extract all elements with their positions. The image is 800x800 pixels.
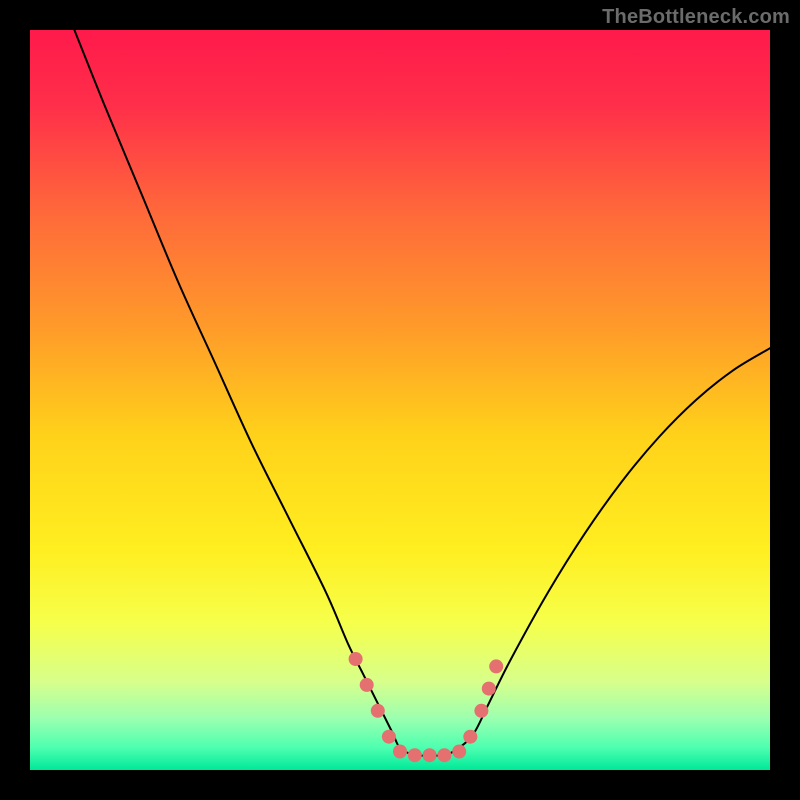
bottleneck-marker	[349, 652, 363, 666]
bottleneck-marker	[463, 730, 477, 744]
marker-layer	[349, 652, 504, 762]
chart-frame: TheBottleneck.com	[0, 0, 800, 800]
bottleneck-marker	[452, 745, 466, 759]
bottleneck-marker	[474, 704, 488, 718]
bottleneck-marker	[408, 748, 422, 762]
bottleneck-curve	[74, 30, 770, 756]
bottleneck-marker	[382, 730, 396, 744]
chart-svg	[30, 30, 770, 770]
curve-layer	[74, 30, 770, 756]
bottleneck-marker	[371, 704, 385, 718]
bottleneck-marker	[393, 745, 407, 759]
bottleneck-marker	[482, 682, 496, 696]
bottleneck-marker	[360, 678, 374, 692]
bottleneck-marker	[489, 659, 503, 673]
bottleneck-marker	[437, 748, 451, 762]
plot-area	[30, 30, 770, 770]
bottleneck-marker	[423, 748, 437, 762]
watermark-label: TheBottleneck.com	[602, 6, 790, 29]
